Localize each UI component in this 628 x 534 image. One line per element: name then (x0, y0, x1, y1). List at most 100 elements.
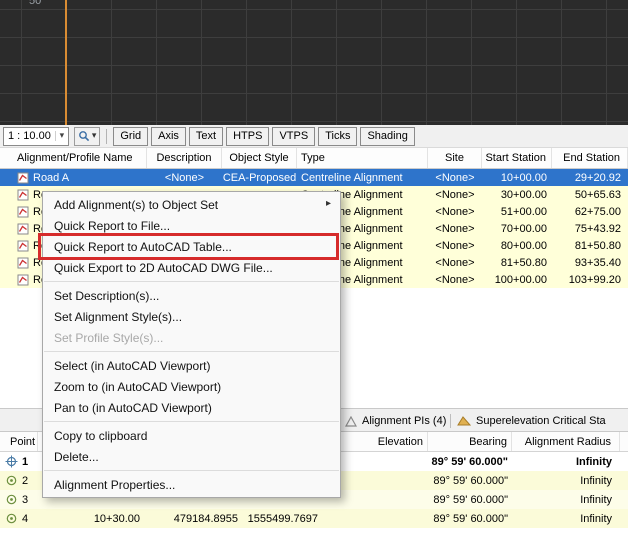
column-header-site[interactable]: Site (428, 148, 482, 168)
point-row[interactable]: 4 10+30.00 479184.8955 1555499.7697 89° … (0, 509, 628, 528)
alignment-end-station: 50+65.63 (574, 188, 621, 201)
alignment-site: <None> (435, 239, 475, 252)
column-header-bearing[interactable]: Bearing (428, 432, 512, 451)
toggle-ticks-button[interactable]: Ticks (318, 126, 358, 146)
point-radius: Infinity (580, 512, 612, 525)
column-header-start-station[interactable]: Start Station (482, 148, 552, 168)
menu-separator (44, 421, 339, 422)
alignment-object-style: CEA-Proposed (222, 171, 297, 184)
menu-item-label: Quick Export to 2D AutoCAD DWG File... (54, 260, 273, 275)
alignment-icon (17, 172, 29, 183)
axis-label: 50 (29, 0, 42, 7)
column-header-description[interactable]: Description (147, 148, 222, 168)
scale-value: 1 : 10.00 (8, 130, 51, 142)
toggle-text-button[interactable]: Text (188, 126, 224, 146)
point-bearing: 89° 59' 60.000" (431, 455, 508, 468)
point-easting: 479184.8955 (173, 512, 238, 525)
alignment-start-station: 81+50.80 (500, 256, 547, 269)
triangle-icon (345, 415, 357, 427)
column-header-end-station[interactable]: End Station (552, 148, 628, 168)
column-header-alignment-radius[interactable]: Alignment Radius (512, 432, 620, 451)
menu-item-copy-to-clipboard[interactable]: Copy to clipboard (43, 425, 340, 446)
column-header-point[interactable]: Point (0, 432, 38, 451)
magnifier-icon (78, 131, 89, 142)
menu-item-label: Set Alignment Style(s)... (54, 309, 183, 324)
alignment-table-header: Alignment/Profile Name Description Objec… (0, 148, 628, 169)
menu-item-label: Alignment Properties... (54, 477, 176, 492)
column-header-type[interactable]: Type (297, 148, 428, 168)
menu-item-zoom-to-in-autocad-viewport[interactable]: Zoom to (in AutoCAD Viewport) (43, 376, 340, 397)
menu-item-pan-to-in-autocad-viewport[interactable]: Pan to (in AutoCAD Viewport) (43, 397, 340, 418)
menu-item-quick-report-to-autocad-table[interactable]: Quick Report to AutoCAD Table... (43, 236, 340, 257)
point-station: 10+30.00 (93, 512, 140, 525)
menu-item-label: Pan to (in AutoCAD Viewport) (54, 400, 212, 415)
alignment-icon (17, 257, 29, 268)
profile-viewport[interactable]: 50 (0, 0, 628, 125)
menu-item-set-profile-styles: Set Profile Style(s)... (43, 327, 340, 348)
alignment-name: Road A (33, 171, 70, 184)
toggle-axis-button[interactable]: Axis (151, 126, 186, 146)
tab-separator (450, 414, 451, 428)
menu-item-add-alignments-to-object-set[interactable]: Add Alignment(s) to Object Set ▸ (43, 194, 340, 215)
chevron-down-icon[interactable]: ▾ (92, 131, 97, 141)
alignment-end-station: 62+75.00 (574, 205, 621, 218)
alignment-icon (17, 206, 29, 217)
menu-separator (44, 470, 339, 471)
circle-point-icon (6, 513, 16, 524)
menu-item-quick-export-to-2d-autocad-dwg-file[interactable]: Quick Export to 2D AutoCAD DWG File... (43, 257, 340, 278)
menu-item-label: Add Alignment(s) to Object Set (54, 197, 219, 212)
toggle-vtps-button[interactable]: VTPS (272, 126, 316, 146)
tab-label: Superelevation Critical Sta (476, 415, 606, 427)
menu-item-label: Quick Report to File... (54, 218, 171, 233)
menu-item-select-in-autocad-viewport[interactable]: Select (in AutoCAD Viewport) (43, 355, 340, 376)
alignment-icon (17, 189, 29, 200)
menu-item-quick-report-to-file[interactable]: Quick Report to File... (43, 215, 340, 236)
menu-item-delete[interactable]: Delete... (43, 446, 340, 467)
superelevation-icon (457, 416, 471, 426)
alignment-end-station: 81+50.80 (574, 239, 621, 252)
point-number: 1 (22, 455, 29, 468)
point-bearing: 89° 59' 60.000" (433, 512, 508, 525)
scale-select[interactable]: 1 : 10.00 ▾ (3, 126, 69, 146)
alignment-description: <None> (164, 171, 205, 184)
tab-label: Alignment PIs (4) (362, 415, 447, 427)
menu-item-label: Set Profile Style(s)... (54, 330, 164, 345)
point-number: 2 (22, 474, 29, 487)
alignment-icon (17, 223, 29, 234)
circle-point-icon (6, 475, 16, 486)
chevron-down-icon[interactable]: ▾ (54, 131, 68, 141)
alignment-start-station: 80+00.00 (500, 239, 547, 252)
alignment-site: <None> (435, 222, 475, 235)
zoom-button[interactable]: ▾ (73, 126, 101, 146)
tab-alignment-pis[interactable]: Alignment PIs (4) (345, 411, 446, 431)
menu-item-label: Quick Report to AutoCAD Table... (54, 239, 232, 254)
point-bearing: 89° 59' 60.000" (433, 493, 508, 506)
menu-item-label: Zoom to (in AutoCAD Viewport) (54, 379, 222, 394)
point-radius: Infinity (580, 493, 612, 506)
alignment-type: Centreline Alignment (301, 171, 403, 184)
column-header-name[interactable]: Alignment/Profile Name (0, 148, 147, 168)
menu-item-label: Select (in AutoCAD Viewport) (54, 358, 211, 373)
column-header-object-style[interactable]: Object Style (222, 148, 297, 168)
menu-item-alignment-properties[interactable]: Alignment Properties... (43, 474, 340, 495)
toolbar-separator (106, 128, 108, 144)
toggle-grid-button[interactable]: Grid (113, 126, 149, 146)
menu-item-label: Copy to clipboard (54, 428, 148, 443)
alignment-site: <None> (435, 256, 475, 269)
alignment-row[interactable]: Road A <None> CEA-Proposed Centreline Al… (0, 169, 628, 186)
point-number: 4 (22, 512, 29, 525)
alignment-start-station: 30+00.00 (500, 188, 547, 201)
station-guide-line (65, 0, 67, 125)
app-window: 50 1 : 10.00 ▾ ▾ Grid Axis Text HTPS VTP… (0, 0, 628, 534)
menu-item-set-descriptions[interactable]: Set Description(s)... (43, 285, 340, 306)
menu-separator (44, 281, 339, 282)
point-number: 3 (22, 493, 29, 506)
menu-separator (44, 351, 339, 352)
menu-item-set-alignment-styles[interactable]: Set Alignment Style(s)... (43, 306, 340, 327)
toggle-htps-button[interactable]: HTPS (226, 126, 270, 146)
alignment-start-station: 100+00.00 (494, 273, 547, 286)
point-bearing: 89° 59' 60.000" (433, 474, 508, 487)
menu-item-label: Set Description(s)... (54, 288, 160, 303)
toggle-shading-button[interactable]: Shading (360, 126, 415, 146)
tab-superelevation-critical-stations[interactable]: Superelevation Critical Sta (457, 411, 606, 431)
